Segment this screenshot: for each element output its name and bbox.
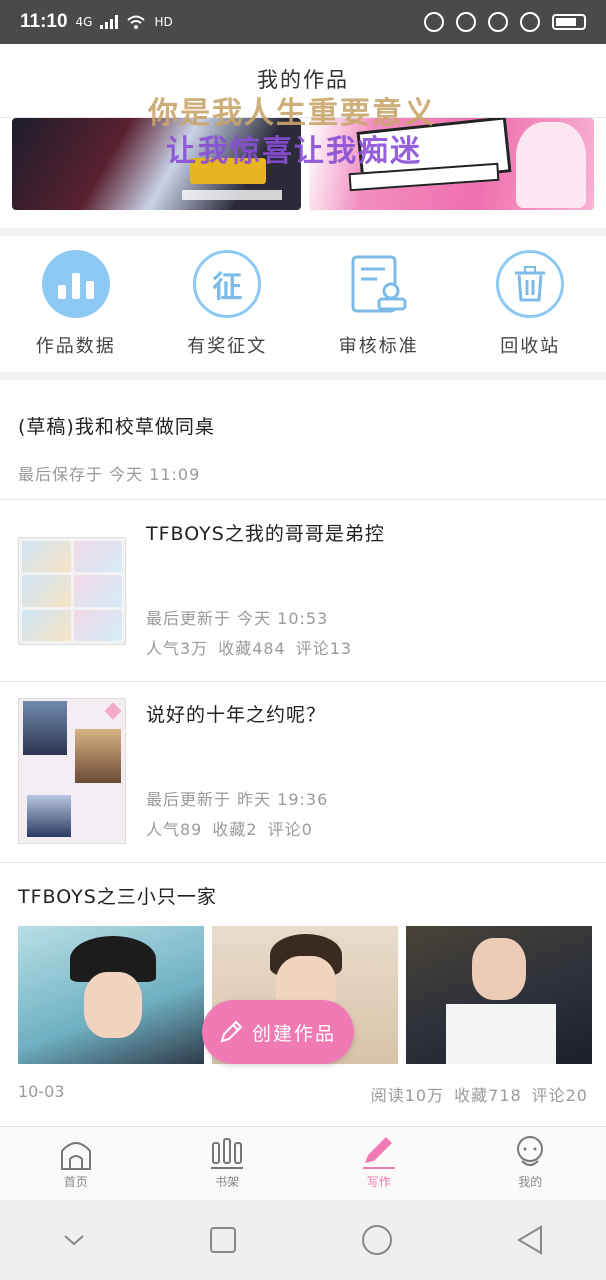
network-label: 4G [75, 15, 93, 29]
battery-icon [552, 14, 586, 30]
bookshelf-icon [211, 1138, 244, 1169]
work-popularity: 人气3万 [146, 639, 209, 658]
quick-action-label: 作品数据 [35, 336, 116, 357]
section-divider [0, 372, 606, 380]
chevron-down-icon[interactable] [62, 1232, 86, 1248]
contest-icon: 征 [193, 250, 262, 318]
hd-label: HD [154, 15, 173, 29]
quick-action-label: 有奖征文 [187, 336, 268, 357]
tab-label: 我的 [518, 1175, 543, 1189]
work-photo [18, 926, 204, 1064]
work-comments: 评论0 [267, 820, 313, 839]
back-triangle-icon[interactable] [516, 1225, 544, 1255]
work-stats: 人气3万 收藏484 评论13 [146, 635, 362, 659]
banner-right-illustration [516, 122, 586, 208]
work-comments: 评论20 [531, 1086, 588, 1105]
work-item[interactable]: 说好的十年之约呢？ 最后更新于 昨天 19:36 人气89 收藏2 评论0 [0, 682, 606, 863]
work-favorites: 收藏718 [454, 1086, 522, 1105]
work-date: 10-03 [18, 1082, 65, 1101]
draft-title: (草稿)我和校草做同桌 [18, 416, 215, 438]
tab-write[interactable]: 写作 [303, 1127, 455, 1200]
work-title: 说好的十年之约呢？ [146, 704, 327, 726]
pencil-icon [362, 1137, 395, 1169]
work-item-featured[interactable]: TFBOYS之三小只一家 创建作品 10-03 阅读10万 收藏718 评论20 [0, 864, 606, 1124]
home-circle-icon[interactable] [361, 1224, 393, 1256]
work-favorites: 收藏2 [212, 820, 258, 839]
profile-icon [517, 1136, 544, 1166]
trash-icon [496, 250, 565, 318]
work-favorites: 收藏484 [218, 639, 286, 658]
create-work-label: 创建作品 [252, 1022, 337, 1045]
tab-label: 书架 [215, 1175, 240, 1189]
overlay-text-line2: 让我惊喜让我痴迷 [166, 134, 422, 169]
quick-action-label: 回收站 [500, 336, 561, 357]
work-stats: 人气89 收藏2 评论0 [146, 816, 323, 840]
quick-actions: 作品数据 征 有奖征文 审核标准 回收站 [0, 236, 606, 372]
contest-glyph: 征 [212, 270, 243, 305]
work-cover [18, 698, 126, 844]
section-divider [0, 228, 606, 236]
work-updated: 最后更新于 今天 10:53 [146, 609, 329, 628]
banner-left-strip [182, 190, 282, 200]
work-item[interactable]: TFBOYS之我的哥哥是弟控 最后更新于 今天 10:53 人气3万 收藏484 评… [0, 501, 606, 682]
status-right-icons [424, 12, 586, 32]
tab-home[interactable]: 首页 [0, 1127, 152, 1200]
quick-action-review[interactable]: 审核标准 [303, 236, 455, 372]
bar-chart-icon [41, 250, 110, 318]
vibrate-icon [424, 12, 444, 32]
tab-label: 首页 [63, 1175, 88, 1189]
quick-action-data[interactable]: 作品数据 [0, 236, 152, 372]
status-time: 11:10 [20, 11, 68, 32]
signal-icon [100, 15, 119, 29]
work-title: TFBOYS之我的哥哥是弟控 [146, 523, 385, 545]
bottom-tab-bar: 首页 书架 写作 我的 [0, 1126, 606, 1200]
work-cover [18, 537, 126, 645]
draft-saved-time: 最后保存于 今天 11:09 [18, 465, 201, 484]
wifi-icon [127, 15, 146, 29]
system-navigation-bar [0, 1200, 606, 1280]
quick-action-trash[interactable]: 回收站 [455, 236, 606, 372]
work-photo [406, 926, 592, 1064]
work-comments: 评论13 [295, 639, 353, 658]
work-stats: 阅读10万 收藏718 评论20 [361, 1082, 588, 1106]
work-reads: 阅读10万 [370, 1086, 445, 1105]
moon-icon [488, 12, 508, 32]
create-work-button[interactable]: 创建作品 [202, 1000, 354, 1064]
status-bar: 11:10 4G HD [0, 0, 606, 44]
tab-bookshelf[interactable]: 书架 [152, 1127, 304, 1200]
tab-profile[interactable]: 我的 [455, 1127, 606, 1200]
quick-action-contest[interactable]: 征 有奖征文 [152, 236, 304, 372]
review-icon [345, 250, 413, 318]
quick-action-label: 审核标准 [338, 336, 419, 357]
draft-item[interactable]: (草稿)我和校草做同桌 最后保存于 今天 11:09 [0, 380, 606, 500]
work-title: TFBOYS之三小只一家 [18, 886, 217, 908]
lock-icon [520, 12, 540, 32]
pencil-icon [216, 1017, 246, 1047]
status-left-icons: 4G HD [76, 14, 173, 30]
recents-square-icon[interactable] [209, 1226, 237, 1254]
tab-label: 写作 [366, 1175, 391, 1189]
work-popularity: 人气89 [146, 820, 203, 839]
notification-icon [456, 12, 476, 32]
home-icon [60, 1142, 91, 1170]
work-updated: 最后更新于 昨天 19:36 [146, 790, 329, 809]
